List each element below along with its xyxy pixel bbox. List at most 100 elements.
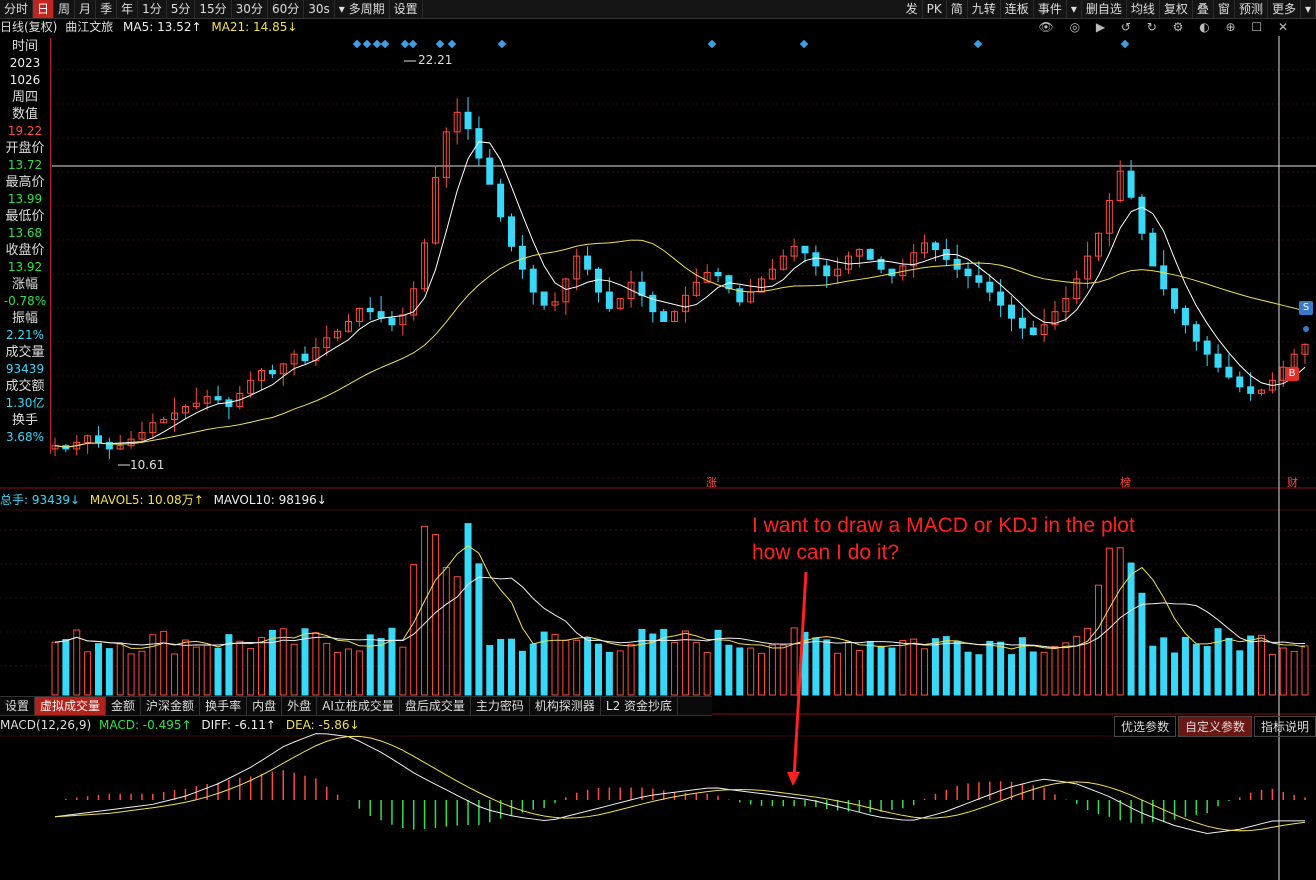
indicator-tab[interactable]: 虚拟成交量: [35, 697, 107, 715]
volume-bar: [986, 640, 994, 696]
macd-param-button[interactable]: 指标说明: [1253, 716, 1316, 737]
candle-body: [997, 291, 1005, 306]
macd-name[interactable]: MACD(12,26,9): [0, 718, 91, 732]
volume-bar: [160, 630, 168, 696]
volume-bar: [73, 629, 81, 696]
volume-bar: [127, 653, 135, 696]
indicator-tab[interactable]: 主力密码: [471, 697, 530, 715]
candle-body: [1192, 324, 1200, 342]
volume-bar: [562, 639, 570, 696]
volume-bar: [388, 627, 396, 696]
volume-bar: [355, 650, 363, 696]
volume-bar: [964, 651, 972, 696]
volume-bar: [888, 647, 896, 696]
candle-body: [1203, 340, 1211, 355]
volume-bar: [1181, 636, 1189, 696]
volume-bar: [1094, 584, 1102, 696]
buy-marker[interactable]: B: [1285, 367, 1299, 381]
volume-bar: [997, 641, 1005, 696]
volume-bar: [105, 648, 113, 696]
candle-body: [1029, 327, 1037, 336]
sell-marker[interactable]: S: [1299, 301, 1313, 315]
data-label: 时间: [11, 39, 38, 54]
kline-chart[interactable]: [0, 0, 1316, 880]
candle-body: [823, 265, 831, 277]
volume-bar: [1105, 547, 1113, 696]
volume-bar: [758, 652, 766, 696]
indicator-tab[interactable]: 设置: [0, 697, 36, 715]
candle-body: [301, 353, 309, 362]
volume-bar: [768, 644, 776, 696]
indicator-tab[interactable]: 换手率: [200, 697, 248, 715]
signal-diamond: [497, 39, 507, 49]
candle-body: [1236, 376, 1244, 388]
data-value: 2023: [9, 56, 41, 70]
event-marker-bang[interactable]: 榜: [1120, 474, 1131, 490]
indicator-tab[interactable]: 外盘: [282, 697, 318, 715]
volume-bar: [323, 642, 331, 696]
volume-bar: [1203, 646, 1211, 696]
high-price-label: 22.21: [418, 53, 453, 67]
signal-diamond: [380, 39, 390, 49]
data-value: 13.92: [7, 260, 43, 274]
volume-bar: [377, 638, 385, 696]
volume-bar: [171, 653, 179, 696]
volume-bar: [823, 639, 831, 696]
volume-bar: [1279, 647, 1287, 696]
data-value: -0.78%: [3, 294, 47, 308]
indicator-tab[interactable]: AI立桩成交量: [317, 697, 400, 715]
volume-bar: [1236, 650, 1244, 696]
event-marker-zhang[interactable]: 涨: [706, 474, 717, 490]
data-label: 最低价: [5, 209, 45, 224]
event-marker-cai[interactable]: 财: [1287, 474, 1298, 490]
data-label: 成交量: [5, 345, 45, 360]
volume-info: 总手: 93439↓ MAVOL5: 10.08万↑ MAVOL10: 9819…: [0, 491, 327, 508]
volume-bar: [649, 633, 657, 696]
volume-bar: [692, 642, 700, 696]
signal-diamond: [352, 39, 362, 49]
signal-diamond: [447, 39, 457, 49]
candle-body: [1171, 288, 1179, 309]
macd-param-button[interactable]: 优选参数: [1113, 716, 1176, 737]
candle-body: [714, 271, 722, 277]
data-value: 3.68%: [5, 430, 45, 444]
volume-bar: [475, 563, 483, 696]
indicator-tab[interactable]: L2 资金抄底: [601, 697, 679, 715]
candle-body: [1225, 366, 1233, 378]
volume-bar: [747, 647, 755, 696]
volume-bar: [529, 643, 537, 696]
volume-bar: [1225, 637, 1233, 696]
volume-bar: [975, 654, 983, 696]
volume-bar: [464, 523, 472, 696]
indicator-tab[interactable]: 盘后成交量: [400, 697, 471, 715]
volume-bar: [551, 633, 559, 696]
volume-bar: [84, 651, 92, 696]
indicator-tab[interactable]: 机构探测器: [530, 697, 601, 715]
volume-bar: [834, 652, 842, 696]
volume-bar: [94, 643, 102, 696]
volume-bar: [1138, 592, 1146, 696]
volume-bar: [671, 641, 679, 696]
signal-diamond: [799, 39, 809, 49]
volume-bar: [1290, 650, 1298, 696]
signal-diamond: [408, 39, 418, 49]
indicator-tab[interactable]: 沪深金额: [141, 697, 201, 715]
macd-param-buttons: 优选参数 自定义参数 指标说明: [1112, 716, 1316, 737]
volume-bar: [116, 643, 124, 696]
volume-bar: [1040, 651, 1048, 696]
candle-body: [975, 275, 983, 283]
data-value: 13.68: [7, 226, 43, 240]
volume-bar: [203, 644, 211, 696]
volume-bar: [1214, 628, 1222, 696]
indicator-tab[interactable]: 金额: [106, 697, 142, 715]
candle-body: [475, 128, 483, 159]
indicator-tab[interactable]: 内盘: [247, 697, 283, 715]
indicator-dot: [1303, 326, 1309, 332]
candle-body: [529, 268, 537, 293]
volume-bar: [1149, 645, 1157, 696]
volume-bar: [790, 627, 798, 696]
macd-param-button[interactable]: 自定义参数: [1177, 716, 1252, 737]
candle-body: [888, 268, 896, 277]
volume-bar: [399, 646, 407, 696]
candle-body: [94, 435, 102, 443]
